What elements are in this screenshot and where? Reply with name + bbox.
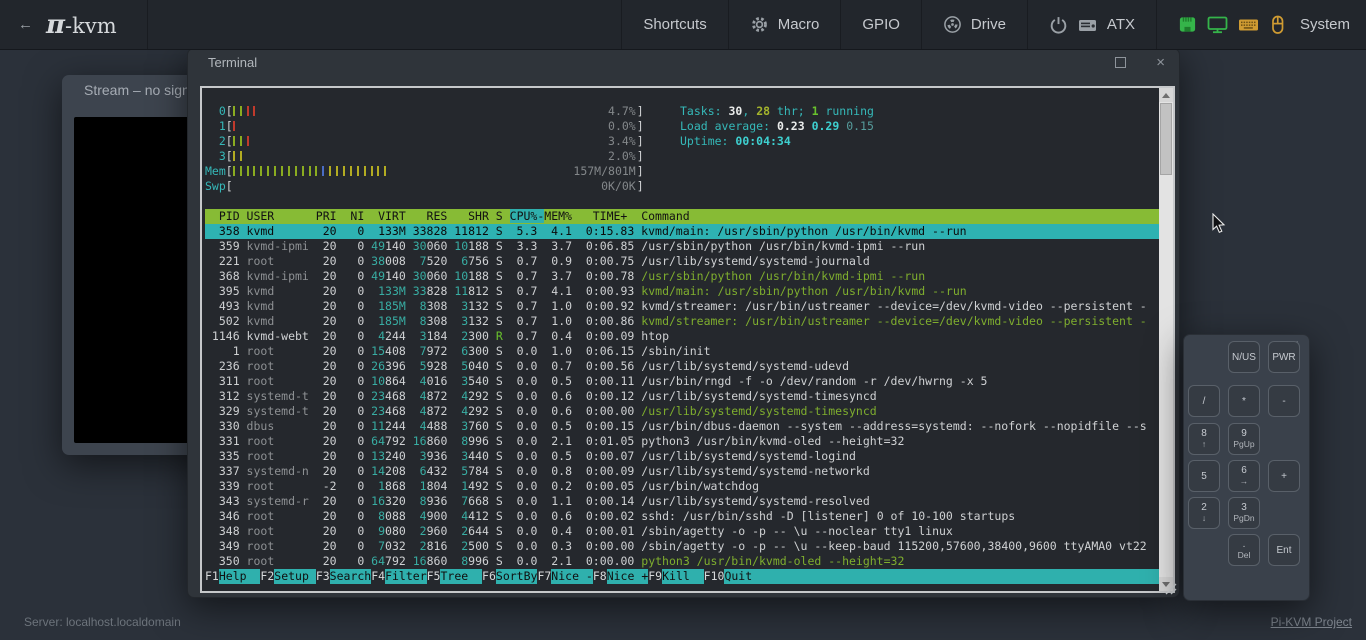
process-row: 348 root 20 0 9080 2960 2644 S 0.0 0.4 0… <box>205 524 1159 539</box>
numpad-key-nus[interactable]: N/US <box>1228 341 1260 373</box>
nav-shortcuts-label: Shortcuts <box>643 16 706 33</box>
process-row: 329 systemd-t 20 0 23468 4872 4292 S 0.0… <box>205 404 1159 419</box>
nav-macro-label: Macro <box>778 16 820 33</box>
numpad-key-5[interactable]: 5 <box>1188 460 1220 492</box>
display-icon <box>1207 15 1228 34</box>
process-row: 312 systemd-t 20 0 23468 4872 4292 S 0.0… <box>205 389 1159 404</box>
nav-gpio-label: GPIO <box>862 16 900 33</box>
nav-atx-label: ATX <box>1107 16 1135 33</box>
mouse-icon <box>1269 15 1286 35</box>
process-row: 343 systemd-r 20 0 16320 8936 7668 S 0.0… <box>205 494 1159 509</box>
process-row: 236 root 20 0 26396 5928 5040 S 0.0 0.7 … <box>205 359 1159 374</box>
maximize-icon[interactable] <box>1115 57 1126 68</box>
process-row: 339 root -2 0 1868 1804 1492 S 0.0 0.2 0… <box>205 479 1159 494</box>
numpad-key-[interactable]: + <box>1268 460 1300 492</box>
process-row: 335 root 20 0 13240 3936 3440 S 0.0 0.5 … <box>205 449 1159 464</box>
network-icon <box>1178 15 1197 34</box>
nav-drive[interactable]: Drive <box>921 0 1027 49</box>
cpu-mem-meter: Mem[157M/801M] <box>205 164 1159 179</box>
htop-fkey-bar: F1Help F2Setup F3SearchF4FilterF5Tree F6… <box>205 569 1159 584</box>
numpad-key-[interactable]: / <box>1188 385 1220 417</box>
nav-drive-label: Drive <box>971 16 1006 33</box>
process-row: 493 kvmd 20 0 185M 8308 3132 S 0.7 1.0 0… <box>205 299 1159 314</box>
htop-table-header: PID USER PRI NI VIRT RES SHR S CPU%-MEM%… <box>205 209 1159 224</box>
numpad-key-6[interactable]: 6→ <box>1228 460 1260 492</box>
pikvm-project-link[interactable]: Pi-KVM Project <box>1271 615 1352 629</box>
stream-window-title: Stream – no signal <box>84 82 201 98</box>
nav-system-label: System <box>1300 16 1350 33</box>
nav-atx[interactable]: ATX <box>1027 0 1156 49</box>
nav-system[interactable]: System <box>1156 0 1366 49</box>
terminal-content-box: 0[4.7%] 1[0.0%] 2[3.4%] 3[2.0%]Mem[157M/… <box>200 86 1175 593</box>
process-row-selected: 358 kvmd 20 0 133M 33828 11812 S 5.3 4.1… <box>205 224 1159 239</box>
process-row: 330 dbus 20 0 11244 4488 3760 S 0.0 0.5 … <box>205 419 1159 434</box>
cpu-mem-meter: 3[2.0%] <box>205 149 1159 164</box>
scroll-up-icon[interactable] <box>1159 88 1173 102</box>
process-row: 359 kvmd-ipmi 20 0 49140 30060 10188 S 3… <box>205 239 1159 254</box>
terminal-scrollbar[interactable] <box>1159 88 1173 591</box>
process-row: 368 kvmd-ipmi 20 0 49140 30060 10188 S 0… <box>205 269 1159 284</box>
process-row: 395 kvmd 20 0 133M 33828 11812 S 0.7 4.1… <box>205 284 1159 299</box>
process-row: 221 root 20 0 38008 7520 6756 S 0.7 0.9 … <box>205 254 1159 269</box>
power-icon <box>1049 15 1068 35</box>
process-row: 346 root 20 0 8088 4900 4412 S 0.0 0.6 0… <box>205 509 1159 524</box>
numpad-key-pwr[interactable]: PWR <box>1268 341 1300 373</box>
sort-column-header: CPU%- <box>510 209 545 223</box>
numpad-key-[interactable]: .Del <box>1228 534 1260 566</box>
top-navbar: ← π-kvm Shortcuts Macro GPIO Drive <box>0 0 1366 50</box>
nav-menu: Shortcuts Macro GPIO Drive ATX <box>621 0 1366 49</box>
back-arrow-icon[interactable]: ← <box>18 16 33 33</box>
logo-block: ← π-kvm <box>0 0 148 49</box>
server-label: Server: localhost.localdomain <box>24 615 181 629</box>
process-row: 1 root 20 0 15408 7972 6300 S 0.0 1.0 0:… <box>205 344 1159 359</box>
fan-icon <box>943 15 962 34</box>
resize-grip[interactable] <box>1163 581 1177 595</box>
keyboard-icon <box>1238 15 1259 34</box>
mouse-cursor <box>1212 213 1228 240</box>
process-row: 502 kvmd 20 0 185M 8308 3132 S 0.7 1.0 0… <box>205 314 1159 329</box>
process-row: 337 systemd-n 20 0 14208 6432 5784 S 0.0… <box>205 464 1159 479</box>
terminal-window-header[interactable]: Terminal × <box>188 49 1179 75</box>
pikvm-logo: π-kvm <box>46 10 117 40</box>
numpad-window: × N/USPWR/*-8↑9PgUp56→+2↓3PgDn.DelEnt <box>1183 334 1310 601</box>
htop-terminal-screen[interactable]: 0[4.7%] 1[0.0%] 2[3.4%] 3[2.0%]Mem[157M/… <box>202 88 1159 591</box>
cpu-mem-meter: Swp[0K/0K] <box>205 179 1159 194</box>
atx-unit-icon <box>1077 15 1098 35</box>
terminal-window: Terminal × 0[4.7%] 1[0.0%] 2[3.4%] 3[2.0… <box>187 48 1180 598</box>
process-row: 311 root 20 0 10864 4016 3540 S 0.0 0.5 … <box>205 374 1159 389</box>
numpad-key-2[interactable]: 2↓ <box>1188 497 1220 529</box>
process-row: 1146 kvmd-webt 20 0 4244 3184 2300 R 0.7… <box>205 329 1159 344</box>
process-row: 349 root 20 0 7032 2816 2500 S 0.0 0.3 0… <box>205 539 1159 554</box>
close-icon[interactable]: × <box>1156 57 1165 68</box>
scrollbar-thumb[interactable] <box>1160 103 1172 175</box>
terminal-window-title: Terminal <box>208 55 257 70</box>
process-row: 350 root 20 0 64792 16860 8996 S 0.0 2.1… <box>205 554 1159 569</box>
numpad-key-ent[interactable]: Ent <box>1268 534 1300 566</box>
numpad-key-9[interactable]: 9PgUp <box>1228 423 1260 455</box>
gear-icon <box>750 15 769 34</box>
numpad-key-[interactable]: - <box>1268 385 1300 417</box>
nav-shortcuts[interactable]: Shortcuts <box>621 0 727 49</box>
numpad-key-3[interactable]: 3PgDn <box>1228 497 1260 529</box>
htop-summary: Tasks: 30, 28 thr; 1 runningLoad average… <box>680 104 874 149</box>
numpad-key-[interactable]: * <box>1228 385 1260 417</box>
numpad-key-8[interactable]: 8↑ <box>1188 423 1220 455</box>
process-row: 331 root 20 0 64792 16860 8996 S 0.0 2.1… <box>205 434 1159 449</box>
nav-gpio[interactable]: GPIO <box>840 0 921 49</box>
nav-macro[interactable]: Macro <box>728 0 841 49</box>
